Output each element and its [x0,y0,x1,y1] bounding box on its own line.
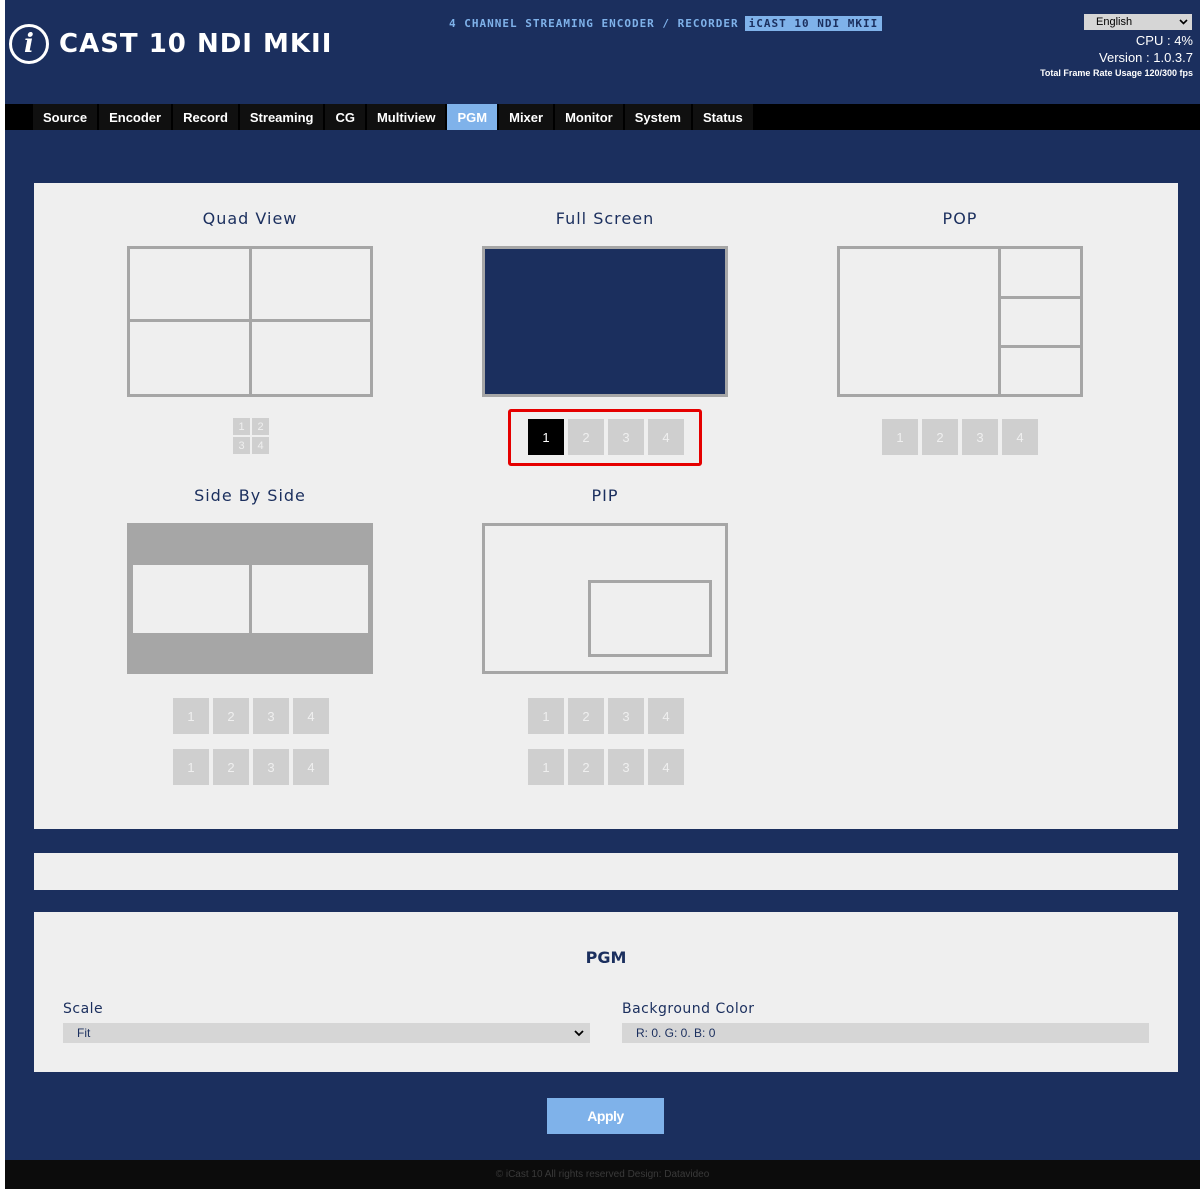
pop-ch3-button[interactable]: 3 [962,419,998,455]
tab-streaming[interactable]: Streaming [239,104,324,130]
tab-encoder[interactable]: Encoder [99,104,172,130]
quad-mini-4: 4 [252,437,269,454]
scale-value: Fit [77,1026,91,1040]
quad-mini-1: 1 [233,418,250,435]
footer: © iCast 10 All rights reserved Design: D… [5,1160,1200,1189]
full-screen-title: Full Screen [555,209,655,228]
logo-icon: i [9,24,49,64]
system-info: CPU : 4% Version : 1.0.3.7 Total Frame R… [1040,33,1193,78]
full-screen-ch4-button[interactable]: 4 [648,419,684,455]
side-by-side-left-ch1-button[interactable]: 1 [173,698,209,734]
tab-source[interactable]: Source [33,104,98,130]
scale-label: Scale [63,1001,104,1017]
pip-main-ch4-button[interactable]: 4 [648,698,684,734]
side-by-side-left-ch3-button[interactable]: 3 [253,698,289,734]
pop-channel-buttons: 1 2 3 4 [882,419,1038,455]
language-select[interactable]: English [1084,14,1192,30]
side-by-side-left-ch4-button[interactable]: 4 [293,698,329,734]
background-color-field[interactable]: R: 0. G: 0. B: 0 [622,1023,1149,1043]
tab-multiview[interactable]: Multiview [366,104,446,130]
main-nav: Source Encoder Record Streaming CG Multi… [5,104,1200,130]
tab-monitor[interactable]: Monitor [555,104,623,130]
scale-select[interactable]: Fit [63,1023,590,1043]
full-screen-thumbnail[interactable] [482,246,728,397]
pgm-settings-panel: PGM Scale Fit Background Color R: 0. G: … [34,912,1178,1072]
logo: i CAST 10 NDI MKII [9,24,332,64]
side-by-side-right-ch2-button[interactable]: 2 [213,749,249,785]
tab-pgm[interactable]: PGM [447,104,498,130]
pop-ch1-button[interactable]: 1 [882,419,918,455]
cpu-usage: CPU : 4% [1135,33,1193,48]
model-badge: iCAST 10 NDI MKII [744,16,883,31]
pip-main-ch1-button[interactable]: 1 [528,698,564,734]
header: i CAST 10 NDI MKII 4 CHANNEL STREAMING E… [5,0,1200,104]
side-by-side-row1-buttons: 1 2 3 4 [173,698,329,734]
chevron-down-icon [1179,16,1188,28]
quad-view-title: Quad View [202,209,298,228]
side-by-side-right-ch1-button[interactable]: 1 [173,749,209,785]
apply-button[interactable]: Apply [547,1098,664,1134]
app-window: i CAST 10 NDI MKII 4 CHANNEL STREAMING E… [5,0,1200,1189]
pip-thumbnail[interactable] [482,523,728,674]
logo-text: CAST 10 NDI MKII [59,29,333,59]
language-value: English [1096,16,1133,28]
side-by-side-row2-buttons: 1 2 3 4 [173,749,329,785]
side-by-side-right-ch4-button[interactable]: 4 [293,749,329,785]
full-screen-ch2-button[interactable]: 2 [568,419,604,455]
layout-panel: Quad View 1 2 3 4 Full Screen 1 2 3 4 PO… [34,183,1178,829]
tab-cg[interactable]: CG [325,104,365,130]
subtitle-text: 4 CHANNEL STREAMING ENCODER / RECORDER [449,17,739,30]
quad-mini-3: 3 [233,437,250,454]
pip-main-ch3-button[interactable]: 3 [608,698,644,734]
pip-row1-buttons: 1 2 3 4 [528,698,684,734]
side-by-side-title: Side By Side [194,486,306,505]
side-by-side-thumbnail[interactable] [127,523,373,674]
pip-inset-ch2-button[interactable]: 2 [568,749,604,785]
pop-ch2-button[interactable]: 2 [922,419,958,455]
tab-record[interactable]: Record [173,104,238,130]
pop-title: POP [942,209,978,228]
quad-view-thumbnail[interactable] [127,246,373,397]
tab-system[interactable]: System [624,104,691,130]
tab-status[interactable]: Status [692,104,753,130]
pip-inset-ch3-button[interactable]: 3 [608,749,644,785]
pop-thumbnail[interactable] [837,246,1083,397]
side-by-side-left-ch2-button[interactable]: 2 [213,698,249,734]
pip-main-ch2-button[interactable]: 2 [568,698,604,734]
background-color-value: R: 0. G: 0. B: 0 [636,1026,716,1040]
pip-title: PIP [591,486,619,505]
pop-ch4-button[interactable]: 4 [1002,419,1038,455]
version: Version : 1.0.3.7 [1099,50,1193,65]
full-screen-ch1-button[interactable]: 1 [528,419,564,455]
tab-mixer[interactable]: Mixer [499,104,554,130]
pip-inset-ch1-button[interactable]: 1 [528,749,564,785]
full-screen-channel-buttons: 1 2 3 4 [528,419,684,455]
quad-view-channel-grid[interactable]: 1 2 3 4 [233,418,269,454]
side-by-side-right-ch3-button[interactable]: 3 [253,749,289,785]
background-color-label: Background Color [622,1001,755,1017]
quad-mini-2: 2 [252,418,269,435]
pip-row2-buttons: 1 2 3 4 [528,749,684,785]
chevron-down-icon [574,1026,584,1040]
full-screen-ch3-button[interactable]: 3 [608,419,644,455]
pip-inset-ch4-button[interactable]: 4 [648,749,684,785]
info-bar [34,853,1178,890]
frame-rate-usage: Total Frame Rate Usage 120/300 fps [1040,68,1193,78]
pgm-title: PGM [585,948,627,967]
product-subtitle: 4 CHANNEL STREAMING ENCODER / RECORDER i… [449,16,883,31]
